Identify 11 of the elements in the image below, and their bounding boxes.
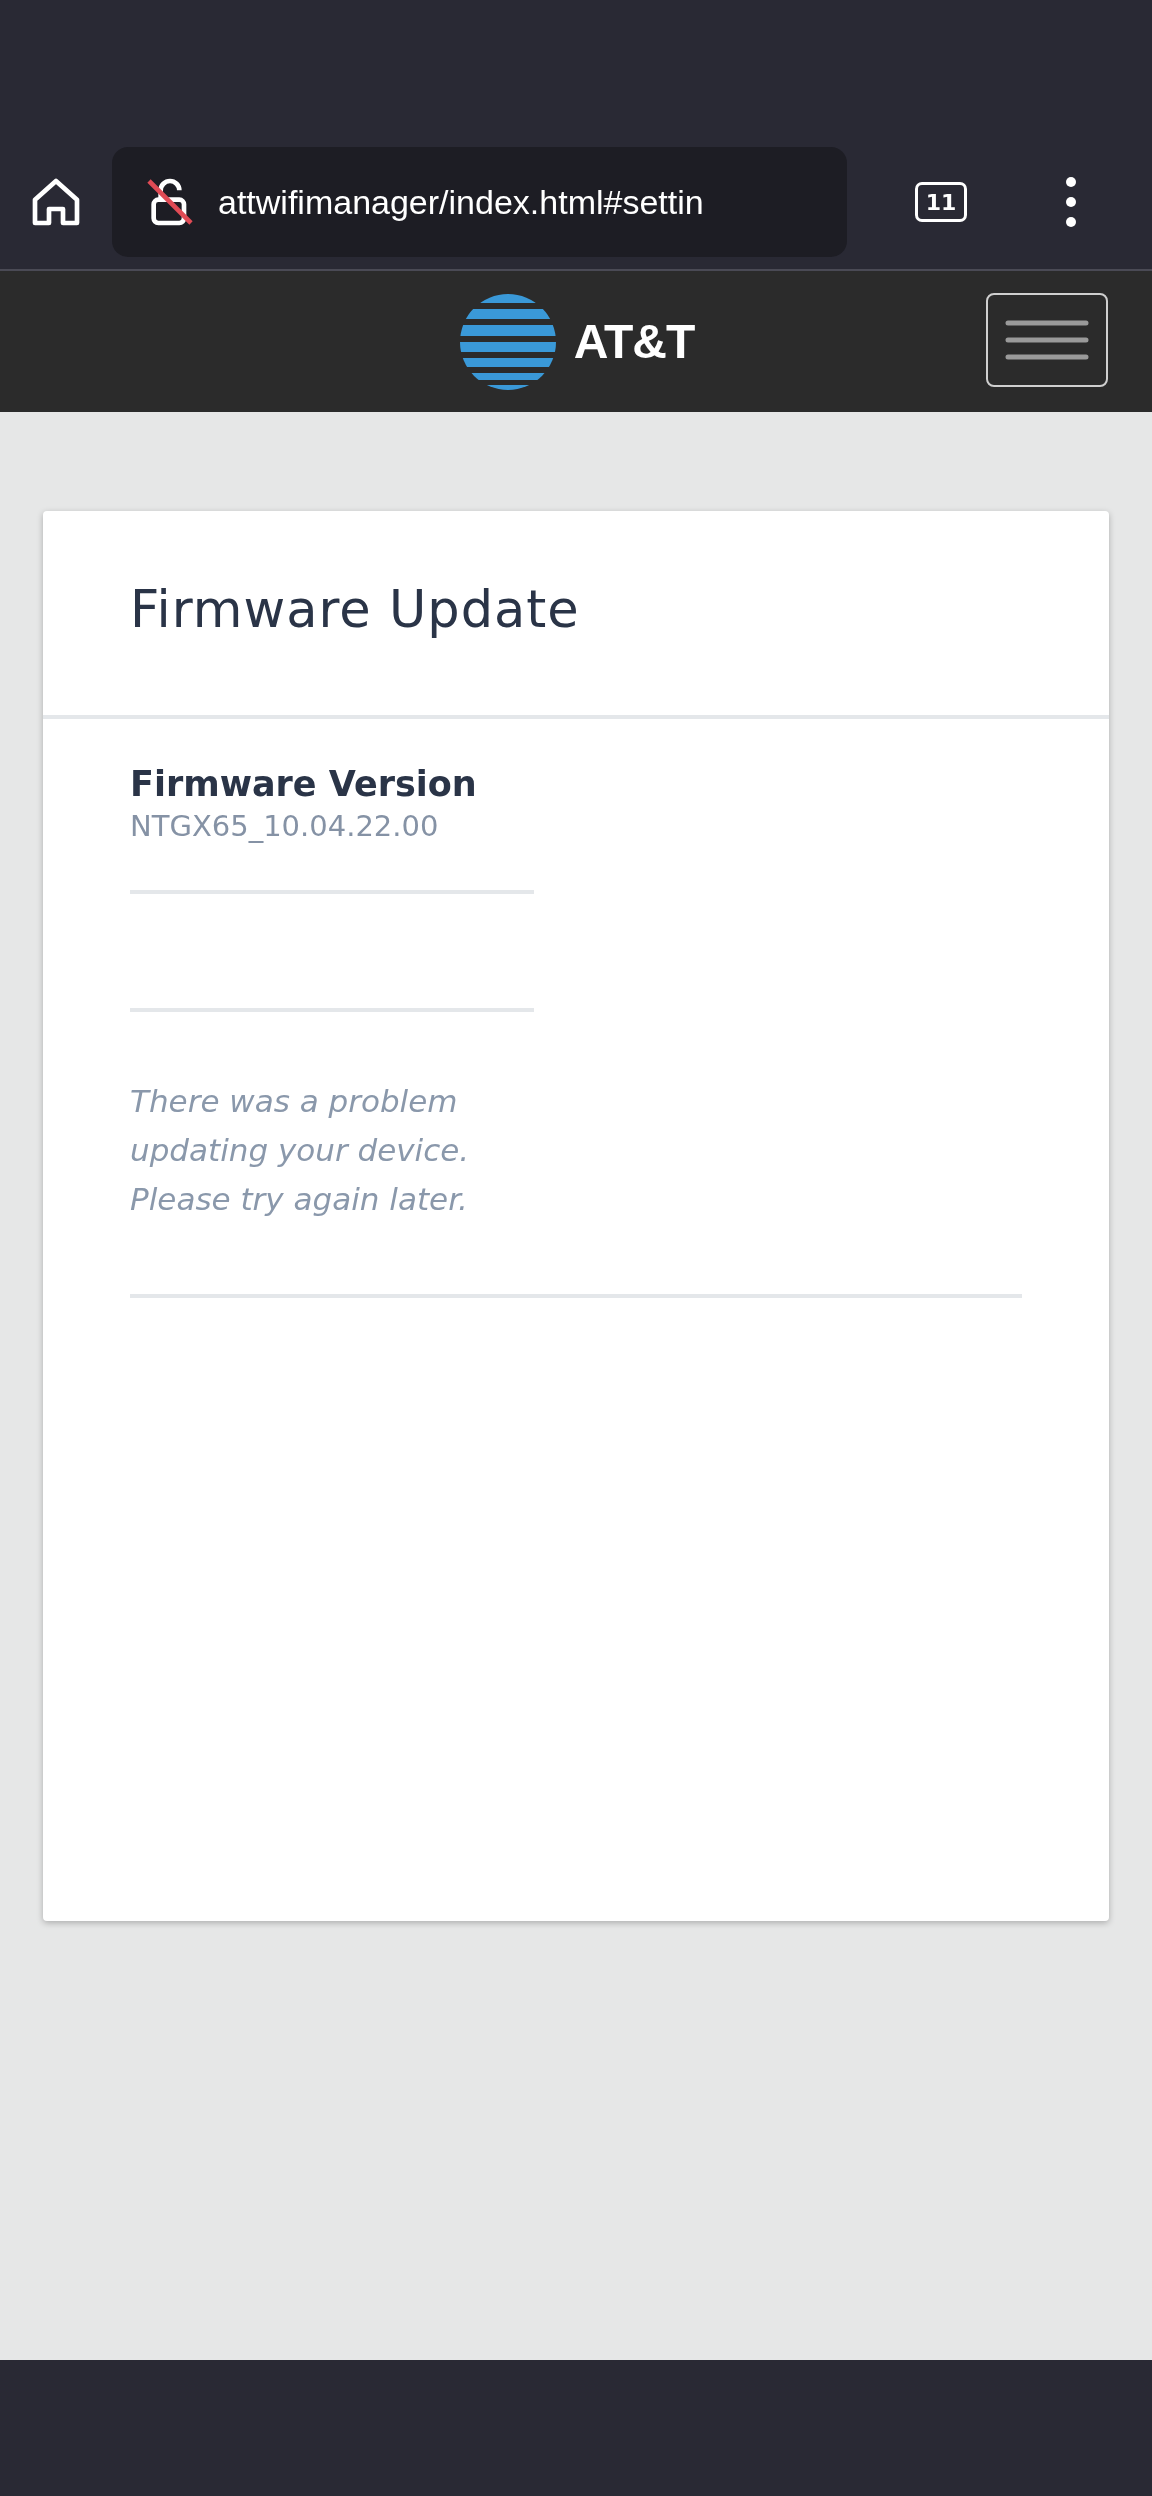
card-title: Firmware Update (130, 579, 581, 641)
error-message: There was a problem updating your device. Please try again later. (130, 1081, 471, 1219)
url-text: attwifimanager/index.html#settin (218, 181, 704, 223)
menu-icon (1005, 319, 1089, 361)
address-bar[interactable]: attwifimanager/index.html#settin (112, 147, 847, 257)
more-options-icon[interactable] (1065, 176, 1077, 228)
brand-name: AT&T (573, 313, 695, 370)
menu-button[interactable] (986, 293, 1108, 387)
firmware-version: NTGX65_10.04.22.00 (130, 808, 440, 845)
section-heading: Firmware Version (130, 763, 478, 805)
tab-count-button[interactable]: 11 (915, 182, 967, 222)
